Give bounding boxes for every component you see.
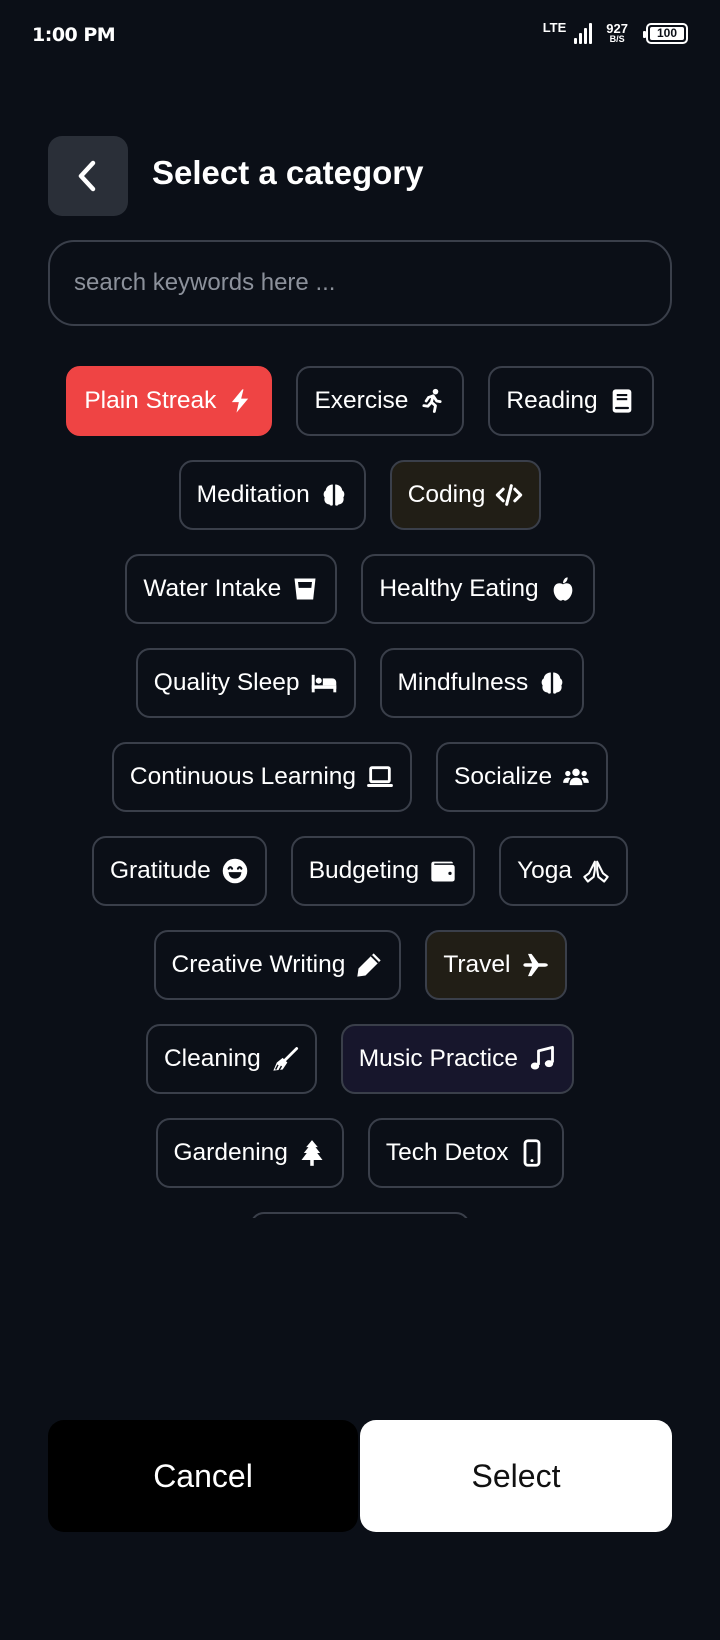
chip-label: Budgeting	[308, 857, 420, 884]
brain-icon	[538, 669, 566, 697]
chip-water-intake[interactable]: Water Intake	[125, 554, 338, 624]
status-time: 1:00 PM	[32, 24, 116, 46]
chip-row: Creative Writing Travel	[48, 930, 672, 1000]
net-speed-unit: B/S	[609, 34, 625, 44]
search-input[interactable]	[74, 269, 670, 297]
chip-gardening[interactable]: Gardening	[155, 1118, 344, 1188]
chip-exercise[interactable]: Exercise	[296, 366, 465, 436]
chip-row: Water Intake Healthy Eating	[48, 554, 672, 624]
plane-icon	[521, 951, 549, 979]
chip-label: Healthy Eating	[379, 575, 539, 602]
chip-creative-writing[interactable]: Creative Writing	[153, 930, 402, 1000]
chip-tech-detox[interactable]: Tech Detox	[367, 1118, 565, 1188]
chip-label: Gratitude	[109, 857, 211, 884]
chip-label: Travel	[443, 951, 511, 978]
chip-label: Meditation	[196, 481, 310, 508]
smile-icon	[221, 857, 249, 885]
cancel-button[interactable]: Cancel	[48, 1420, 358, 1532]
chip-label: Coding	[407, 481, 486, 508]
chip-label: Exercise	[314, 387, 409, 414]
chip-meditation[interactable]: Meditation	[178, 460, 366, 530]
select-button[interactable]: Select	[360, 1420, 672, 1532]
apple-icon	[549, 575, 577, 603]
chip-mindfulness[interactable]: Mindfulness	[379, 648, 585, 718]
chip-label: Continuous Learning	[129, 763, 357, 790]
chip-coding[interactable]: Coding	[389, 460, 542, 530]
chip-continuous-learning[interactable]: Continuous Learning	[111, 742, 413, 812]
chip-row: Continuous Learning Socialize	[48, 742, 672, 812]
chip-label: Cleaning	[163, 1045, 261, 1072]
brain-icon	[320, 481, 348, 509]
category-list[interactable]: Plain Streak Exercise Reading Meditation	[48, 366, 672, 1218]
chip-label: Water Intake	[143, 575, 282, 602]
chip-label: Music Practice	[358, 1045, 518, 1072]
chip-partial[interactable]	[250, 1212, 470, 1218]
chip-healthy-eating[interactable]: Healthy Eating	[361, 554, 595, 624]
chip-label: Socialize	[454, 763, 553, 790]
praying-hands-icon	[582, 857, 610, 885]
search-box[interactable]	[48, 240, 672, 326]
chip-yoga[interactable]: Yoga	[499, 836, 629, 906]
signal-icon	[574, 22, 593, 44]
chip-label: Plain Streak	[84, 387, 217, 414]
code-icon	[495, 481, 523, 509]
chip-label: Tech Detox	[385, 1139, 509, 1166]
book-icon	[608, 387, 636, 415]
wallet-icon	[429, 857, 457, 885]
chip-quality-sleep[interactable]: Quality Sleep	[135, 648, 356, 718]
bed-icon	[310, 669, 338, 697]
network-type: LTE	[542, 19, 567, 35]
chip-cleaning[interactable]: Cleaning	[145, 1024, 317, 1094]
chip-row: Plain Streak Exercise Reading	[48, 366, 672, 436]
phone-icon	[518, 1139, 546, 1167]
running-icon	[418, 387, 446, 415]
chip-travel[interactable]: Travel	[425, 930, 567, 1000]
status-bar: 1:00 PM LTE 927 B/S 100	[0, 0, 720, 72]
chip-budgeting[interactable]: Budgeting	[290, 836, 476, 906]
chip-plain-streak[interactable]: Plain Streak	[66, 366, 273, 436]
bolt-icon	[226, 387, 254, 415]
chip-label: Quality Sleep	[153, 669, 300, 696]
chip-row: Gardening Tech Detox	[48, 1118, 672, 1188]
music-icon	[528, 1045, 556, 1073]
glass-icon	[291, 575, 319, 603]
chip-label: Gardening	[173, 1139, 288, 1166]
chip-gratitude[interactable]: Gratitude	[91, 836, 267, 906]
laptop-icon	[366, 763, 394, 791]
broom-icon	[271, 1045, 299, 1073]
pencil-icon	[355, 951, 383, 979]
tree-icon	[298, 1139, 326, 1167]
net-speed: 927 B/S	[606, 22, 628, 44]
chip-row: Gratitude Budgeting Yoga	[48, 836, 672, 906]
chip-label: Reading	[506, 387, 598, 414]
chip-reading[interactable]: Reading	[488, 366, 654, 436]
chip-row: Meditation Coding	[48, 460, 672, 530]
chip-label: Mindfulness	[397, 669, 529, 696]
chip-socialize[interactable]: Socialize	[436, 742, 609, 812]
chip-label: Creative Writing	[171, 951, 346, 978]
chevron-left-icon	[78, 160, 96, 192]
chip-row: Quality Sleep Mindfulness	[48, 648, 672, 718]
chip-label: Yoga	[517, 857, 573, 884]
chip-music-practice[interactable]: Music Practice	[340, 1024, 574, 1094]
battery-level: 100	[650, 26, 684, 40]
chip-row: Cleaning Music Practice	[48, 1024, 672, 1094]
users-icon	[562, 763, 590, 791]
battery-icon: 100	[643, 22, 688, 44]
page-title: Select a category	[152, 154, 424, 191]
status-indicators: LTE 927 B/S 100	[542, 19, 688, 44]
back-button[interactable]	[48, 136, 128, 216]
